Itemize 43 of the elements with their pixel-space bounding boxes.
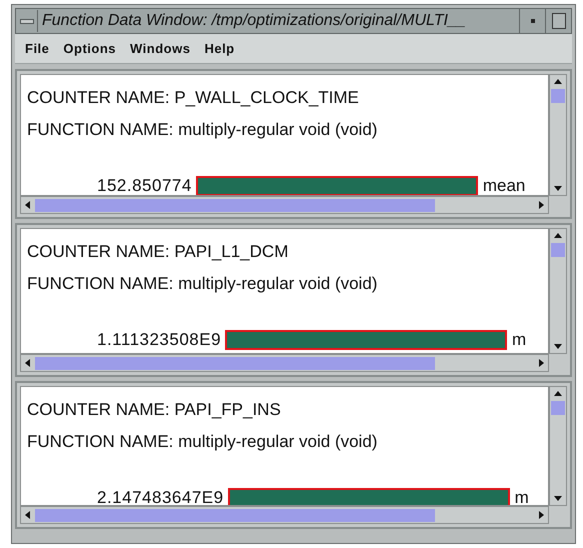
menu-item[interactable]: Windows [130, 38, 190, 58]
right-arrow-icon[interactable] [536, 358, 546, 368]
value-label: 2.147483647E9 [97, 487, 224, 505]
up-arrow-icon[interactable] [553, 77, 563, 87]
vertical-scrollbar[interactable] [549, 74, 567, 196]
scroll-thumb[interactable] [551, 89, 565, 103]
vertical-scrollbar[interactable] [549, 228, 567, 354]
down-arrow-icon[interactable] [553, 341, 563, 351]
function-name: FUNCTION NAME: multiply-regular void (void) [27, 119, 378, 141]
bar-label: m [514, 487, 529, 505]
down-arrow-icon[interactable] [553, 183, 563, 193]
counter-name: COUNTER NAME: PAPI_L1_DCM [27, 241, 290, 263]
left-arrow-icon[interactable] [23, 510, 33, 520]
menu-item[interactable]: File [25, 38, 50, 58]
right-arrow-icon[interactable] [536, 200, 546, 210]
vertical-scrollbar[interactable] [549, 386, 567, 506]
scroll-thumb[interactable] [551, 401, 565, 415]
counter-name: COUNTER NAME: PAPI_FP_INS [27, 399, 282, 421]
right-arrow-icon[interactable] [536, 510, 546, 520]
up-arrow-icon[interactable] [553, 231, 563, 241]
scroll-thumb[interactable] [35, 508, 435, 522]
counter-name: COUNTER NAME: P_WALL_CLOCK_TIME [27, 87, 360, 109]
scroll-thumb[interactable] [35, 198, 435, 212]
down-arrow-icon[interactable] [553, 493, 563, 503]
scroll-thumb[interactable] [551, 243, 565, 257]
left-arrow-icon[interactable] [23, 358, 33, 368]
minus-icon [20, 18, 34, 24]
horizontal-scrollbar[interactable] [20, 354, 549, 372]
left-arrow-icon[interactable] [23, 200, 33, 210]
function-name: FUNCTION NAME: multiply-regular void (void) [27, 431, 378, 453]
bar-label: mean [482, 175, 526, 195]
window-title: Function Data Window: /tmp/optimizations/original/MULTI__ [41, 11, 467, 31]
bar-label: m [512, 329, 526, 351]
scroll-thumb[interactable] [35, 356, 435, 370]
horizontal-scrollbar[interactable] [20, 196, 549, 214]
horizontal-scrollbar[interactable] [20, 506, 549, 524]
menu-item[interactable]: Options [63, 38, 116, 58]
menu-item[interactable]: Help [204, 38, 235, 58]
up-arrow-icon[interactable] [553, 389, 563, 399]
square-icon [552, 13, 566, 29]
function-name: FUNCTION NAME: multiply-regular void (void) [27, 273, 378, 295]
value-label: 152.850774 [97, 175, 192, 195]
value-label: 1.111323508E9 [97, 329, 222, 351]
